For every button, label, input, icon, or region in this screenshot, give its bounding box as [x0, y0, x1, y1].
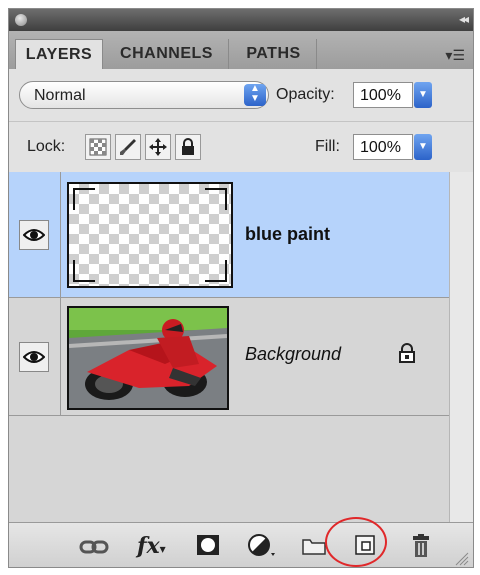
move-lock-icon[interactable] [145, 134, 171, 160]
layer-thumbnail-motorcycle [67, 306, 229, 410]
layer-row-blue-paint[interactable]: blue paint [9, 172, 449, 298]
fill-field[interactable]: 100% [353, 134, 413, 160]
close-icon[interactable] [15, 14, 27, 26]
bottom-toolbar: fx▾ [9, 522, 473, 567]
layer-thumbnail-transparent [67, 182, 233, 288]
brush-lock-icon[interactable] [115, 134, 141, 160]
opacity-label: Opacity: [276, 86, 335, 103]
lock-label: Lock: [27, 138, 66, 155]
fx-icon[interactable]: fx▾ [137, 533, 166, 559]
opacity-dropdown-icon[interactable]: ▼ [414, 82, 432, 108]
layer-mask-icon[interactable] [195, 533, 221, 559]
layer-lock-icon [397, 342, 417, 369]
blend-mode-arrows-icon[interactable]: ▲ ▼ [244, 84, 266, 106]
link-layers-icon[interactable] [79, 533, 109, 559]
new-layer-icon[interactable] [353, 533, 377, 559]
layer-list: blue paint Background [9, 172, 449, 522]
transparency-lock-icon[interactable] [85, 134, 111, 160]
tab-bar: LAYERS CHANNELS PATHS ▾☰ [9, 31, 473, 70]
lock-fill-row: Lock: Fill: 100% ▼ [9, 121, 473, 173]
blend-opacity-row: Normal ▲ ▼ Opacity: 100% ▼ [9, 69, 473, 121]
adjustment-layer-icon[interactable] [247, 533, 277, 559]
group-folder-icon[interactable] [301, 533, 327, 559]
tab-paths[interactable]: PATHS [231, 39, 317, 69]
layers-panel: ◂◂ LAYERS CHANNELS PATHS ▾☰ Normal ▲ ▼ Op… [8, 8, 474, 568]
resize-grip-icon[interactable] [455, 552, 469, 566]
panel-menu-icon[interactable]: ▾☰ [445, 47, 465, 64]
layer-list-scrollbar[interactable] [449, 172, 473, 522]
eye-icon[interactable] [19, 342, 49, 372]
visibility-cell [9, 298, 61, 415]
opacity-field[interactable]: 100% [353, 82, 413, 108]
trash-icon[interactable] [409, 533, 433, 559]
visibility-cell [9, 172, 61, 297]
tab-layers[interactable]: LAYERS [15, 39, 103, 69]
panel-titlebar: ◂◂ [9, 9, 473, 31]
padlock-icon[interactable] [175, 134, 201, 160]
eye-icon[interactable] [19, 220, 49, 250]
tab-channels[interactable]: CHANNELS [105, 39, 229, 69]
blend-mode-value: Normal [34, 87, 86, 104]
collapse-icon[interactable]: ◂◂ [459, 12, 469, 26]
layer-name[interactable]: blue paint [245, 224, 330, 245]
layer-name[interactable]: Background [245, 344, 341, 365]
layer-row-background[interactable]: Background [9, 298, 449, 416]
blend-mode-select[interactable]: Normal ▲ ▼ [19, 81, 269, 109]
fill-label: Fill: [315, 138, 340, 155]
fill-dropdown-icon[interactable]: ▼ [414, 134, 432, 160]
